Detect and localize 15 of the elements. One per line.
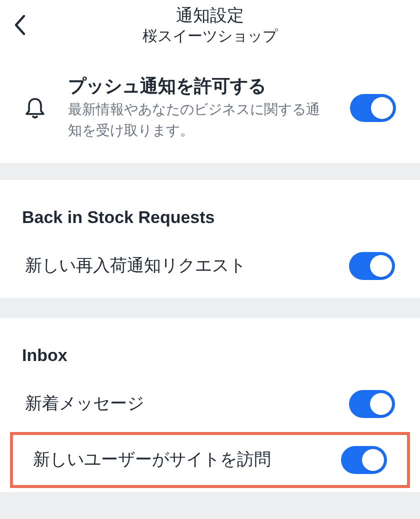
setting-label: 新しい再入荷通知リクエスト xyxy=(25,255,246,278)
setting-label: 新着メッセージ xyxy=(25,393,144,416)
section-title: Inbox xyxy=(22,344,68,366)
setting-label: 新しいユーザーがサイトを訪問 xyxy=(33,449,271,472)
back-icon xyxy=(14,14,26,36)
push-title: プッシュ通知を許可する xyxy=(68,75,267,98)
push-description: 最新情報やあなたのビジネスに関する通知を受け取ります。 xyxy=(68,100,321,140)
toggle-switch[interactable] xyxy=(349,252,395,280)
toggle-switch[interactable] xyxy=(349,390,395,418)
section-title: Back in Stock Requests xyxy=(22,206,215,228)
page-title: 通知設定 xyxy=(176,5,244,27)
page-subtitle: 桜スイーツショップ xyxy=(142,27,278,47)
toggle-switch[interactable] xyxy=(350,94,396,122)
toggle-switch[interactable] xyxy=(341,446,387,474)
bell-icon xyxy=(24,96,46,120)
